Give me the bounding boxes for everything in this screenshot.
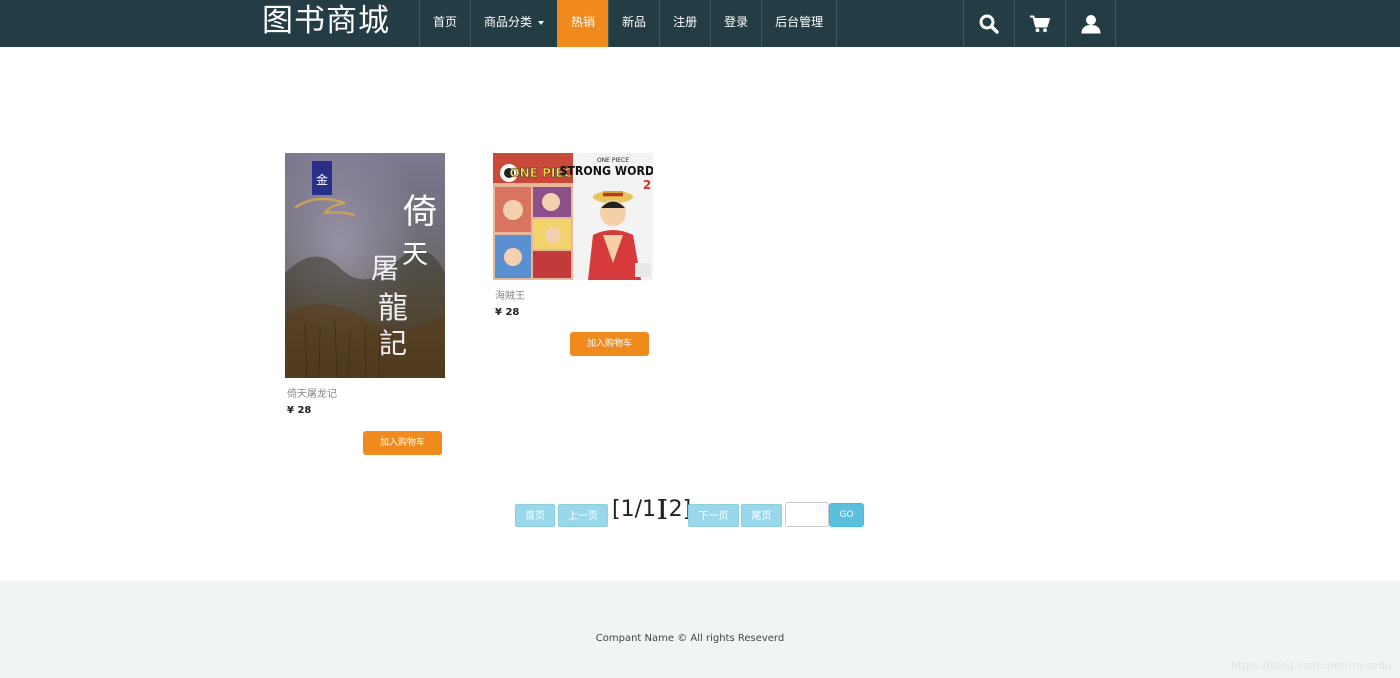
page-link-2[interactable]: [2] [660,497,691,522]
page-indicator: [1/1] [612,497,665,522]
add-to-cart-button[interactable]: 加入购物车 [570,332,649,356]
go-button[interactable]: GO [829,503,864,527]
main-nav: 首页 商品分类 热销 新品 注册 登录 后台管理 [419,0,838,47]
product-name[interactable]: 倚天屠龙记 [287,385,337,400]
nav-admin[interactable]: 后台管理 [761,0,838,47]
product-price: ¥ 28 [287,405,312,416]
cart-button[interactable] [1014,0,1065,47]
last-page-button[interactable]: 尾页 [741,504,782,527]
nav-categories-dropdown[interactable]: 商品分类 [470,0,557,47]
book-cover-onepiece: ONE PIECE ONE PIECE STRONG WORDS 2 [493,153,653,280]
caret-down-icon [538,20,545,25]
book-cover-yitian: 金 倚 天 屠 龍 記 [285,153,445,378]
svg-text:金: 金 [316,172,328,187]
nav-icon-group [963,0,1116,47]
copyright-text: Compant Name © All rights Reseverd [595,633,785,644]
user-icon [1081,14,1100,33]
page-number-input[interactable] [785,502,829,527]
next-page-button[interactable]: 下一页 [688,504,739,527]
cover-title-4: 龍 [378,291,408,326]
nav-login[interactable]: 登录 [710,0,761,47]
search-button[interactable] [963,0,1014,47]
add-to-cart-button[interactable]: 加入购物车 [363,431,442,455]
first-page-button[interactable]: 首页 [515,504,555,527]
footer: Compant Name © All rights Reseverd https… [0,581,1400,678]
search-icon [979,14,999,34]
nav-categories-label: 商品分类 [484,15,533,29]
nav-hot[interactable]: 热销 [557,0,609,47]
cover-title-5: 記 [379,327,407,360]
product-price: ¥ 28 [495,307,520,318]
product-cover-image[interactable]: ONE PIECE ONE PIECE STRONG WORDS 2 [493,153,653,280]
cover-title-2: 天 [402,240,428,270]
top-navbar: 图书商城 首页 商品分类 热销 新品 注册 登录 后台管理 [0,0,1400,47]
product-cover-image[interactable]: 金 倚 天 屠 龍 記 [285,153,445,378]
nav-register[interactable]: 注册 [659,0,710,47]
svg-text:2: 2 [643,178,651,192]
watermark-text: https://blog.csdn.net/mysedu [1230,659,1392,672]
svg-text:STRONG WORDS: STRONG WORDS [559,164,653,179]
user-button[interactable] [1065,0,1116,47]
product-name[interactable]: 海贼王 [495,287,525,302]
cover-title-1: 倚 [403,192,437,232]
prev-page-button[interactable]: 上一页 [558,504,608,527]
product-card: ONE PIECE ONE PIECE STRONG WORDS 2 海贼王 ¥… [493,153,653,358]
product-card: 金 倚 天 屠 龍 記 倚天屠龙记 ¥ 28 加入购物车 [285,153,445,458]
nav-home[interactable]: 首页 [419,0,470,47]
cover-title-3: 屠 [371,252,399,285]
cart-icon [1030,15,1050,32]
nav-new[interactable]: 新品 [608,0,659,47]
site-logo[interactable]: 图书商城 [262,0,390,47]
